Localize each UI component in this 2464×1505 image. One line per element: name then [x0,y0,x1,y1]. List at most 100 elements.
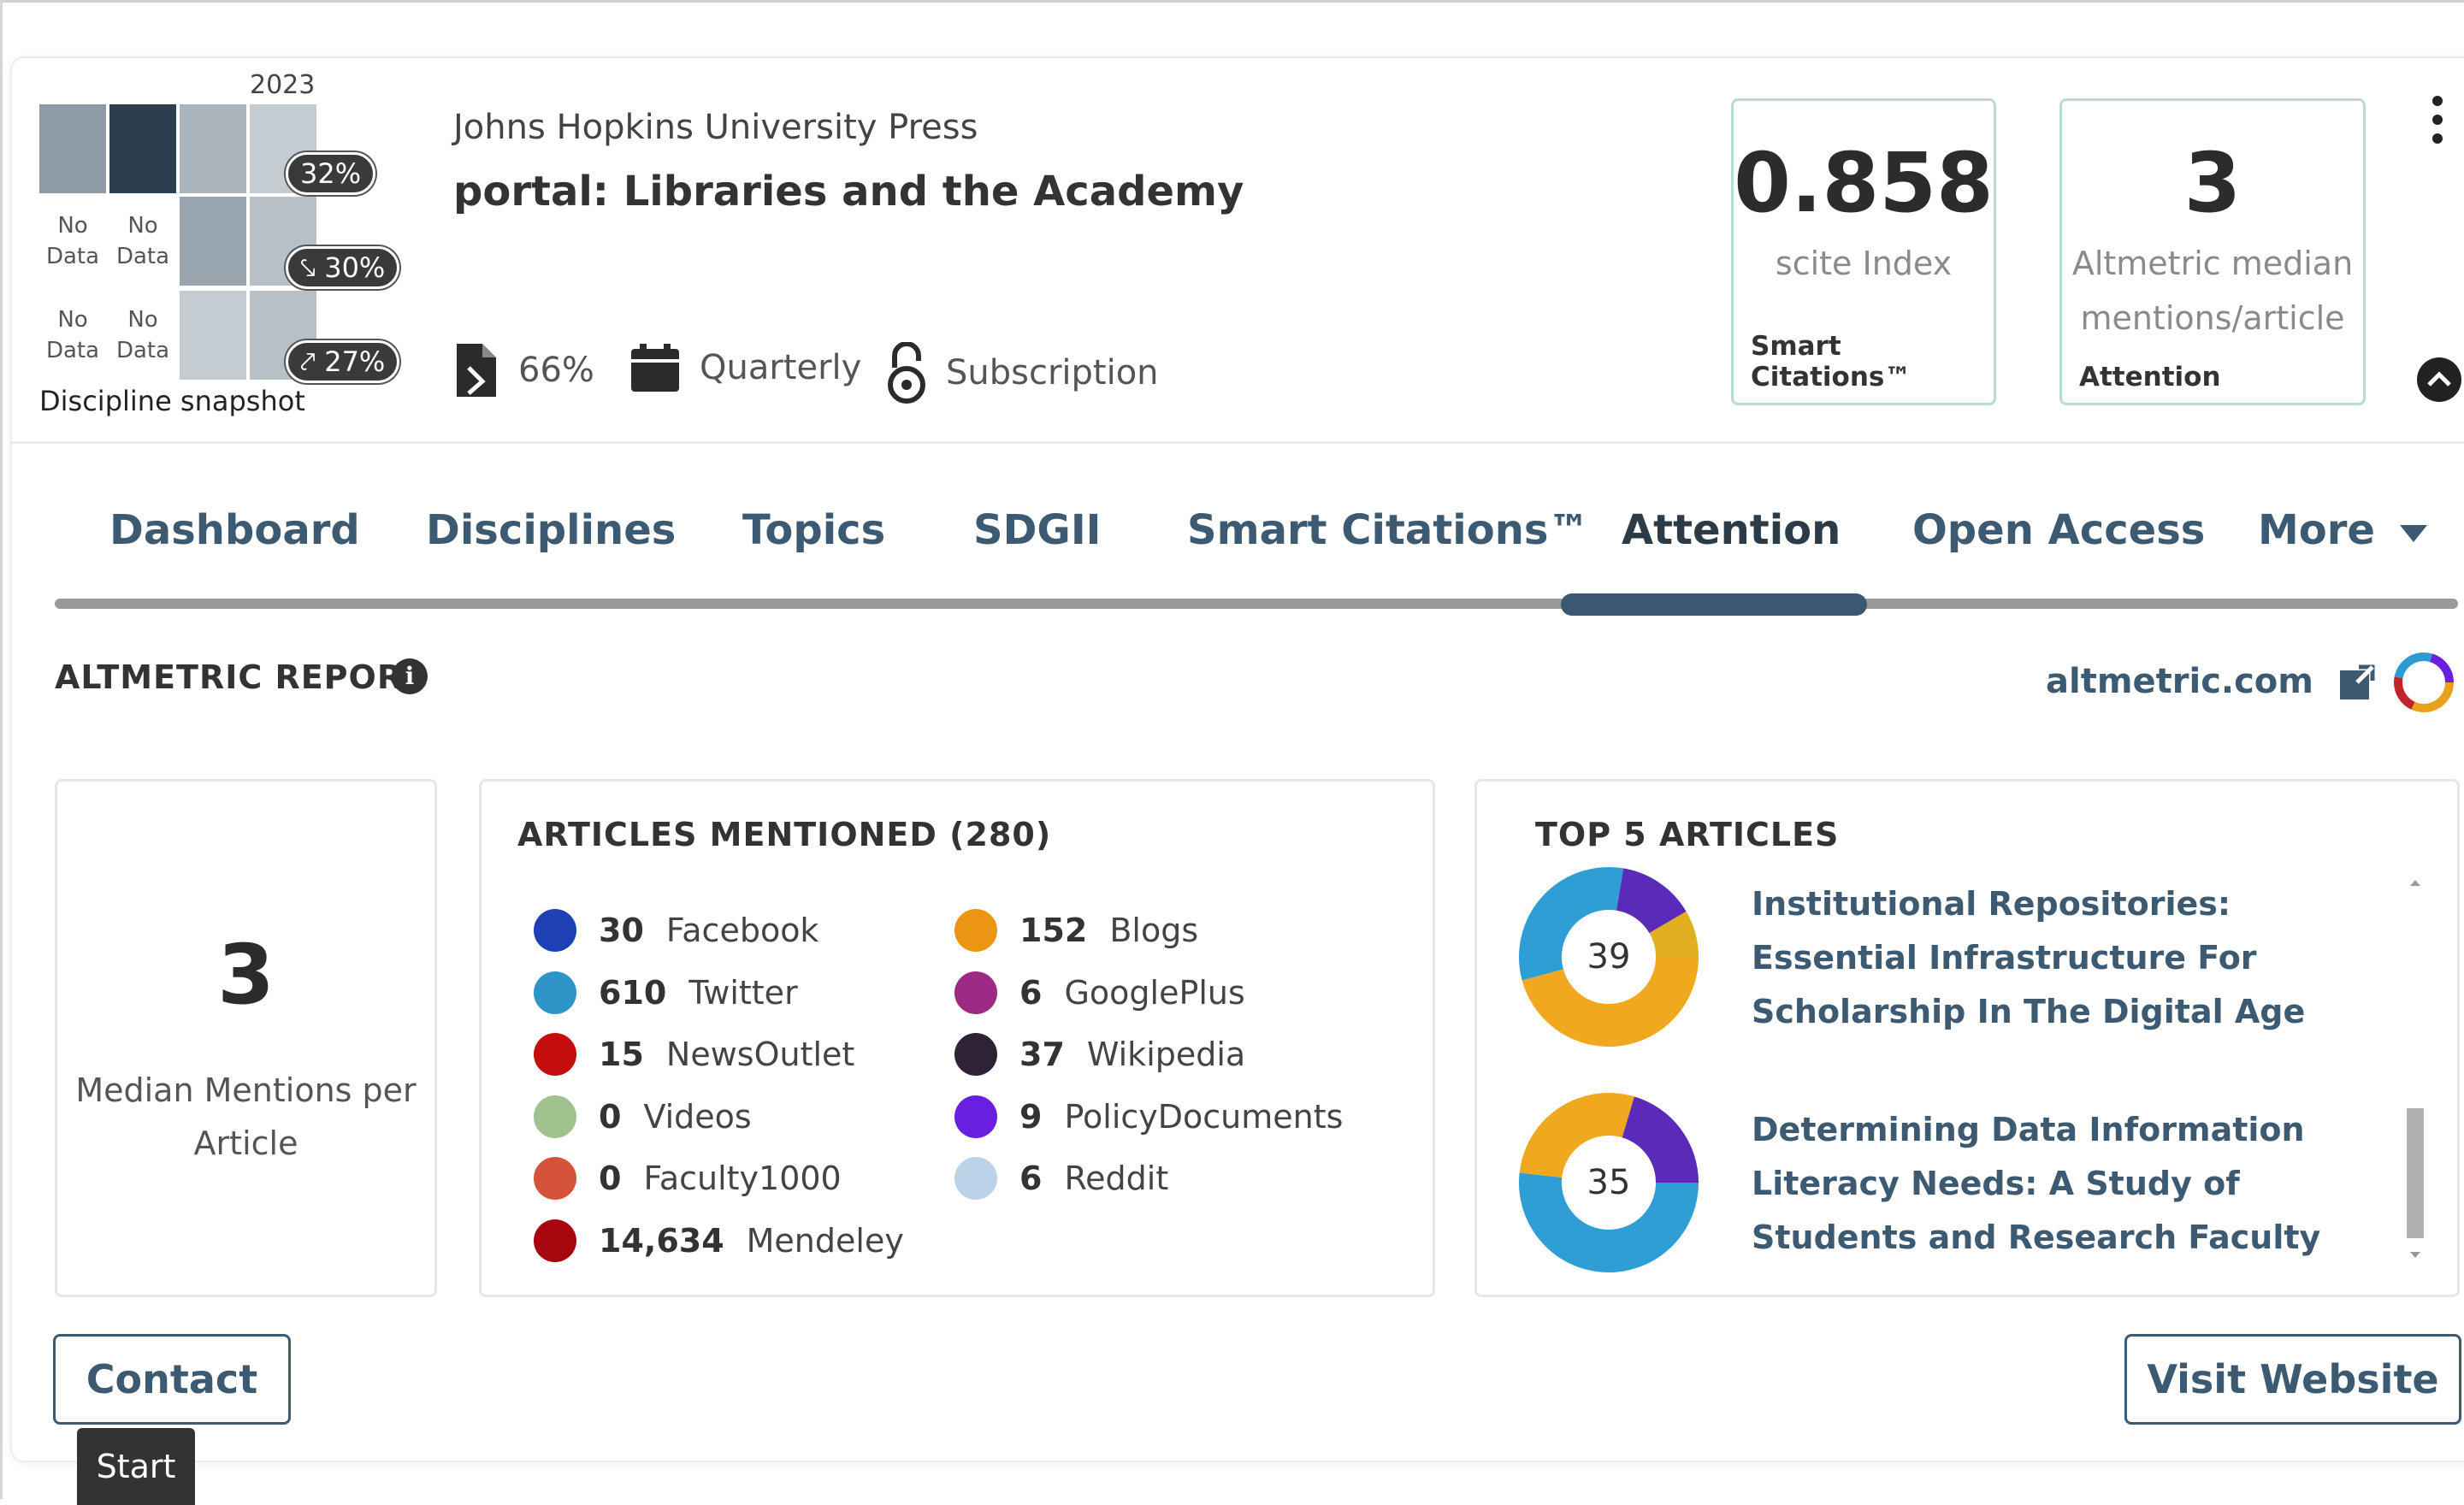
attention-label: Attention [2079,362,2221,392]
tab-sdgii[interactable]: SDGII [973,506,1102,554]
source-count: 152 [1019,912,1088,949]
external-link-icon[interactable] [2338,664,2376,701]
altmetric-score-badge[interactable]: 35 [1519,1093,1699,1272]
open-access-meta: 66% [453,342,594,398]
scite-index-card[interactable]: 0.858 scite Index Smart Citations™ [1731,98,1996,405]
publication-frequency: Quarterly [700,348,862,387]
source-color-dot [534,1095,576,1138]
trend-down-pill: ⤥ 30% [286,246,400,289]
discipline-heatmap[interactable]: No Data No Data No Data No Data [39,104,318,383]
source-color-dot [954,1033,997,1076]
scroll-down-icon[interactable] [2407,1248,2424,1262]
discipline-snapshot-label: Discipline snapshot [39,385,305,417]
articles-mentioned-title: ARTICLES MENTIONED (280) [517,816,1052,853]
top-border [0,0,2464,9]
source-color-dot [534,1033,576,1076]
source-name: Faculty1000 [643,1160,842,1197]
lock-open-icon [888,342,925,404]
chevron-up-icon [2427,371,2451,387]
access-model: Subscription [946,353,1159,392]
tab-dashboard[interactable]: Dashboard [109,506,360,554]
kebab-menu-icon[interactable] [2427,94,2448,145]
source-color-dot [954,909,997,952]
tab-open-access[interactable]: Open Access [1912,506,2205,554]
tab-active-indicator[interactable] [1561,593,1867,616]
altmetric-link[interactable]: altmetric.com [2046,662,2313,701]
source-color-dot [954,971,997,1014]
trend-up-pill: ⤤ 27% [286,340,400,383]
median-mentions-label: Median Mentions per Article [75,1071,417,1162]
mention-source-wikipedia: 37 Wikipedia [954,1029,1245,1080]
snapshot-year: 2023 [250,70,316,100]
calendar-icon [631,344,679,392]
altmetric-median-card[interactable]: 3 Altmetric median mentions/article Atte… [2059,98,2366,405]
access-model-meta: Subscription [886,342,1159,404]
source-count: 9 [1019,1097,1043,1136]
score-value: 39 [1563,912,1654,1002]
source-name: Videos [643,1097,752,1136]
trend-pill: 32% [286,152,376,195]
score-value: 35 [1563,1137,1654,1228]
tab-more[interactable]: More [2258,506,2429,554]
smart-citations-label: Smart Citations™ [1751,331,1912,392]
articles-scrollbar[interactable] [2407,1108,2424,1238]
source-count: 37 [1019,1036,1065,1073]
mention-source-facebook: 30 Facebook [534,905,818,956]
start-tooltip: Start [77,1428,195,1505]
source-count: 610 [599,973,667,1012]
source-count: 0 [599,1097,622,1136]
source-color-dot [534,971,576,1014]
left-border [0,0,3,1499]
source-color-dot [534,1157,576,1200]
source-count: 0 [599,1160,622,1197]
source-name: Blogs [1109,912,1199,949]
tab-scroll-track[interactable] [55,599,2458,609]
source-name: Reddit [1064,1160,1169,1197]
frequency-meta: Quarterly [629,342,861,393]
visit-website-button[interactable]: Visit Website [2124,1334,2461,1425]
altmetric-score-badge[interactable]: 39 [1519,867,1699,1047]
source-color-dot [954,1157,997,1200]
contact-button[interactable]: Contact [53,1334,291,1425]
source-name: Facebook [665,912,819,949]
top-articles-title: TOP 5 ARTICLES [1535,816,1840,853]
trend-down-icon: ⤥ [300,251,325,284]
top-article-title[interactable]: Institutional Repositories: Essential In… [1752,877,2402,1039]
top-article-title[interactable]: Determining Data Information Literacy Ne… [1752,1103,2402,1265]
tab-smart-citations[interactable]: Smart Citations™ [1187,506,1589,554]
no-data-label: No Data [115,307,170,363]
source-name: Mendeley [746,1221,904,1260]
mention-source-videos: 0 Videos [534,1091,752,1142]
open-access-percent: 66% [518,351,594,390]
tab-topics[interactable]: Topics [742,506,885,554]
collapse-button[interactable] [2417,357,2461,402]
source-name: Twitter [688,973,798,1012]
caret-down-icon [2399,525,2427,542]
median-mentions-panel: 3 Median Mentions per Article [55,779,437,1297]
altmetric-median-value: 3 [2183,135,2242,231]
source-name: NewsOutlet [665,1036,855,1073]
no-data-label: No Data [115,213,170,269]
tab-disciplines[interactable]: Disciplines [426,506,676,554]
no-data-label: No Data [45,213,100,269]
publisher-name: Johns Hopkins University Press [453,108,978,147]
source-color-dot [534,1219,576,1262]
trend-up-icon: ⤤ [300,345,325,378]
document-icon [457,344,496,397]
header-divider [12,441,2464,444]
scroll-up-icon[interactable] [2407,876,2424,889]
tab-attention[interactable]: Attention [1622,506,1841,554]
mention-source-newsoutlet: 15 NewsOutlet [534,1029,854,1080]
median-mentions-value: 3 [217,927,275,1023]
mention-source-policydocuments: 9 PolicyDocuments [954,1091,1343,1142]
mention-source-reddit: 6 Reddit [954,1153,1168,1204]
no-data-label: No Data [45,307,100,363]
source-count: 15 [599,1036,644,1073]
source-count: 30 [599,912,644,949]
source-color-dot [954,1095,997,1138]
source-color-dot [534,909,576,952]
journal-title[interactable]: portal: Libraries and the Academy [453,168,1244,215]
mention-source-twitter: 610 Twitter [534,967,798,1018]
info-icon[interactable]: i [392,658,428,694]
source-name: Wikipedia [1086,1036,1246,1073]
